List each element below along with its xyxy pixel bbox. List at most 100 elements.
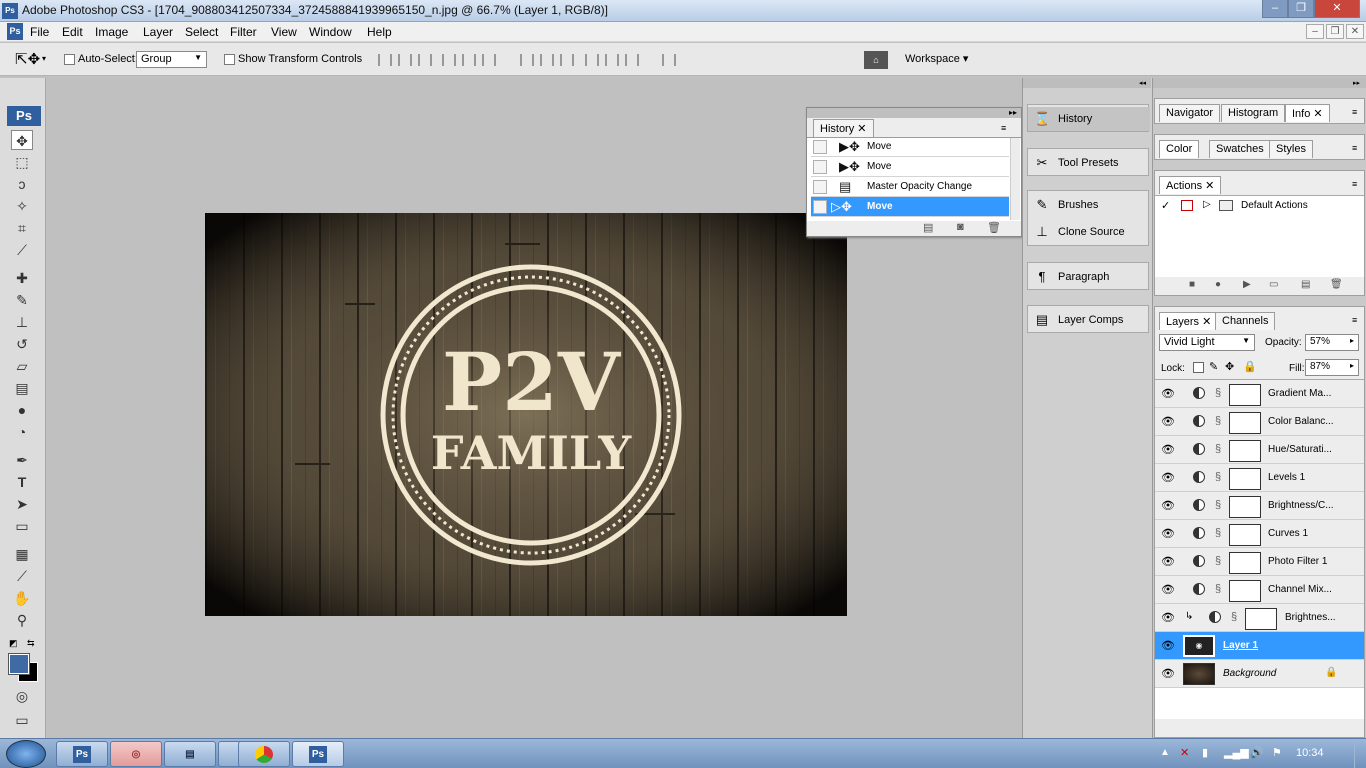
layer-row[interactable]: 👁 § Color Balanc... [1155,408,1364,436]
marquee-tool-icon[interactable]: ⬚ [11,152,33,172]
layer-thumbnail[interactable] [1183,663,1215,685]
actions-tab[interactable]: Actions ✕ [1159,176,1222,194]
taskbar-photoshop-active[interactable]: Ps [292,741,344,767]
layer-row[interactable]: 👁 § Hue/Saturati... [1155,436,1364,464]
history-snapshot-box[interactable] [813,140,827,154]
menu-window[interactable]: Window [309,25,352,39]
eyedropper-tool-icon[interactable]: ⟋ [11,566,33,586]
swatches-tab[interactable]: Swatches [1209,140,1271,158]
lock-image-icon[interactable]: ✎ [1209,360,1218,373]
magic-wand-tool-icon[interactable]: ✧ [11,196,33,216]
layer-mask-thumbnail[interactable] [1229,440,1261,462]
panel-menu-icon[interactable]: ≡ [1352,179,1357,189]
workspace-menu[interactable]: Workspace ▾ [905,52,968,65]
layer-mask-thumbnail[interactable] [1229,496,1261,518]
layer-mask-thumbnail[interactable] [1245,608,1277,630]
action-center-icon[interactable]: ⚑ [1272,746,1282,759]
taskbar-chrome-button[interactable] [238,741,290,767]
panel-collapse-icon[interactable]: ▸▸ [1009,108,1017,117]
clone-stamp-tool-icon[interactable]: ⊥ [11,312,33,332]
taskbar-explorer-button[interactable]: ▤ [164,741,216,767]
distribute-top-icon[interactable] [520,54,534,66]
fill-input[interactable]: 87% ▸ [1305,359,1359,376]
menu-image[interactable]: Image [95,25,128,39]
collapse-panels-icon[interactable]: ▸▸ [1353,79,1360,87]
tool-preset-dropdown[interactable]: ▾ [42,54,46,63]
battery-icon[interactable]: ▮ [1202,746,1208,759]
menu-view[interactable]: View [271,25,297,39]
default-colors-icon[interactable]: ◩ [9,638,18,649]
visibility-eye-icon[interactable]: 👁 [1161,639,1175,652]
history-snapshot-box[interactable] [813,200,827,214]
history-brush-tool-icon[interactable]: ↺ [11,334,33,354]
layer-row[interactable]: 👁 § Brightness/C... [1155,492,1364,520]
history-item[interactable]: ▶✥ Move [811,157,1009,177]
volume-icon[interactable]: 🔊 [1250,746,1264,759]
path-selection-tool-icon[interactable]: ➤ [11,494,33,514]
stop-icon[interactable]: ■ [1189,279,1195,290]
show-transform-checkbox[interactable] [224,54,235,65]
layer-row[interactable]: 👁 § Photo Filter 1 [1155,548,1364,576]
history-scrollbar[interactable] [1010,138,1020,220]
layers-tab[interactable]: Layers ✕ [1159,312,1219,330]
lock-position-icon[interactable]: ✥ [1225,360,1234,373]
menu-select[interactable]: Select [185,25,218,39]
visibility-eye-icon[interactable]: 👁 [1161,471,1175,484]
layer-mask-thumbnail[interactable] [1229,384,1261,406]
delete-state-icon[interactable]: 🗑 [987,221,1001,234]
shape-tool-icon[interactable]: ▭ [11,516,33,536]
pen-tool-icon[interactable]: ✒ [11,450,33,470]
ps-menu-icon[interactable]: Ps [7,23,23,40]
blend-mode-dropdown[interactable]: Vivid Light ▼ [1159,334,1255,351]
healing-brush-tool-icon[interactable]: ✚ [11,268,33,288]
move-tool-icon[interactable]: ⇱✥ [15,50,40,68]
visibility-eye-icon[interactable]: 👁 [1161,415,1175,428]
show-desktop-button[interactable] [1354,739,1366,768]
color-tab[interactable]: Color [1159,140,1200,158]
layer-row[interactable]: 👁 ↳ § Brightnes... [1155,604,1364,632]
swap-colors-icon[interactable]: ⇆ [27,638,35,649]
taskbar-app-button[interactable]: ◎ [110,741,162,767]
channels-tab[interactable]: Channels [1215,312,1276,330]
start-button[interactable] [6,740,46,768]
align-hcenter-icon[interactable] [462,54,476,66]
column-header[interactable] [1153,78,1366,88]
visibility-eye-icon[interactable]: 👁 [1161,387,1175,400]
panel-menu-icon[interactable]: ≡ [1001,123,1006,133]
distribute-vcenter-icon[interactable] [540,54,554,66]
slice-tool-icon[interactable]: ⟋ [11,240,33,260]
new-document-from-state-icon[interactable]: ▤ [923,221,933,234]
history-item-selected[interactable]: ▷✥ Move [811,197,1009,217]
default-actions-label[interactable]: Default Actions [1241,200,1308,211]
quick-mask-icon[interactable]: ◎ [11,686,33,706]
close-tab-icon[interactable]: ✕ [857,123,866,135]
dock-header[interactable] [1023,78,1151,88]
clock-time[interactable]: 10:34 [1296,747,1324,759]
menu-layer[interactable]: Layer [143,25,173,39]
play-icon[interactable]: ▶ [1243,279,1251,290]
taskbar-photoshop-pinned[interactable]: Ps [56,741,108,767]
dock-paragraph[interactable]: ¶ Paragraph [1028,265,1150,289]
minimize-button[interactable]: – [1262,0,1288,18]
layer-mask-thumbnail[interactable] [1229,580,1261,602]
eraser-tool-icon[interactable]: ▱ [11,356,33,376]
layer-row[interactable]: 👁 § Channel Mix... [1155,576,1364,604]
lock-transparency-icon[interactable] [1193,362,1204,373]
visibility-eye-icon[interactable]: 👁 [1161,555,1175,568]
histogram-tab[interactable]: Histogram [1221,104,1286,122]
dock-brushes[interactable]: ✎ Brushes [1028,193,1150,217]
blur-tool-icon[interactable]: ● [11,400,33,420]
bridge-icon[interactable]: ⌂ [864,51,888,69]
history-tab[interactable]: History ✕ [813,119,874,137]
align-right-icon[interactable] [482,54,496,66]
doc-restore-button[interactable]: ❐ [1326,24,1344,39]
align-vcenter-icon[interactable] [398,54,412,66]
auto-select-dropdown[interactable]: Group ▼ [136,51,207,68]
dock-clone-source[interactable]: ⊥ Clone Source [1028,220,1150,244]
crop-tool-icon[interactable]: ⌗ [11,218,33,238]
panel-menu-icon[interactable]: ≡ [1352,315,1357,325]
menu-help[interactable]: Help [367,25,392,39]
history-item[interactable]: ▤ Master Opacity Change [811,177,1009,197]
visibility-eye-icon[interactable]: 👁 [1161,583,1175,596]
visibility-eye-icon[interactable]: 👁 [1161,611,1175,624]
